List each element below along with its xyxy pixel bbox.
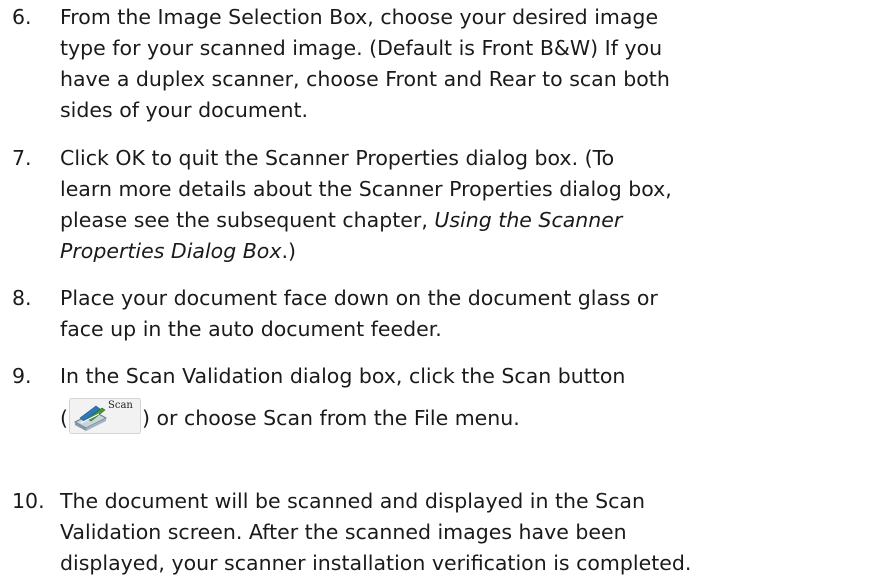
text-line: sides of your document. bbox=[60, 98, 309, 122]
chapter-title-emphasis: Using the Scanner bbox=[434, 208, 623, 232]
text-line: Validation screen. After the scanned ima… bbox=[60, 520, 627, 544]
step-number: 9. bbox=[12, 364, 32, 388]
step-text: In the Scan Validation dialog box, click… bbox=[60, 361, 880, 440]
text-run: .) bbox=[281, 239, 296, 263]
text-line: learn more details about the Scanner Pro… bbox=[60, 177, 672, 201]
text-line: Properties Dialog Box.) bbox=[60, 236, 880, 267]
step-number: 8. bbox=[12, 286, 32, 310]
step-number: 6. bbox=[12, 5, 32, 29]
step-number: 10. bbox=[12, 489, 45, 513]
text-line: Click OK to quit the Scanner Properties … bbox=[60, 146, 615, 170]
step-text: Place your document face down on the doc… bbox=[60, 283, 880, 345]
step-text: Click OK to quit the Scanner Properties … bbox=[60, 143, 880, 267]
scan-button-label: Scan bbox=[108, 400, 133, 411]
step-text: The document will be scanned and display… bbox=[60, 486, 880, 579]
text-line: type for your scanned image. (Default is… bbox=[60, 36, 663, 60]
text-line: In the Scan Validation dialog box, click… bbox=[60, 364, 626, 388]
scan-button[interactable]: Scan bbox=[69, 398, 141, 434]
text-line: have a duplex scanner, choose Front and … bbox=[60, 67, 670, 91]
text-line: Place your document face down on the doc… bbox=[60, 286, 658, 310]
text-line: ( Scan ) or choose Scan from the File men… bbox=[60, 396, 880, 440]
text-run: please see the subsequent chapter, bbox=[60, 208, 435, 232]
document-page: 6. From the Image Selection Box, choose … bbox=[0, 0, 884, 581]
text-line: please see the subsequent chapter, Using… bbox=[60, 205, 880, 236]
text-line: face up in the auto document feeder. bbox=[60, 317, 442, 341]
text-line: The document will be scanned and display… bbox=[60, 489, 645, 513]
text-run: ) or choose Scan from the File menu. bbox=[142, 406, 520, 430]
text-line: displayed, your scanner installation ver… bbox=[60, 551, 692, 575]
chapter-title-emphasis: Properties Dialog Box bbox=[60, 239, 282, 263]
step-number: 7. bbox=[12, 146, 32, 170]
text-run: ( bbox=[60, 406, 68, 430]
text-line: From the Image Selection Box, choose you… bbox=[60, 5, 659, 29]
step-text: From the Image Selection Box, choose you… bbox=[60, 2, 880, 126]
